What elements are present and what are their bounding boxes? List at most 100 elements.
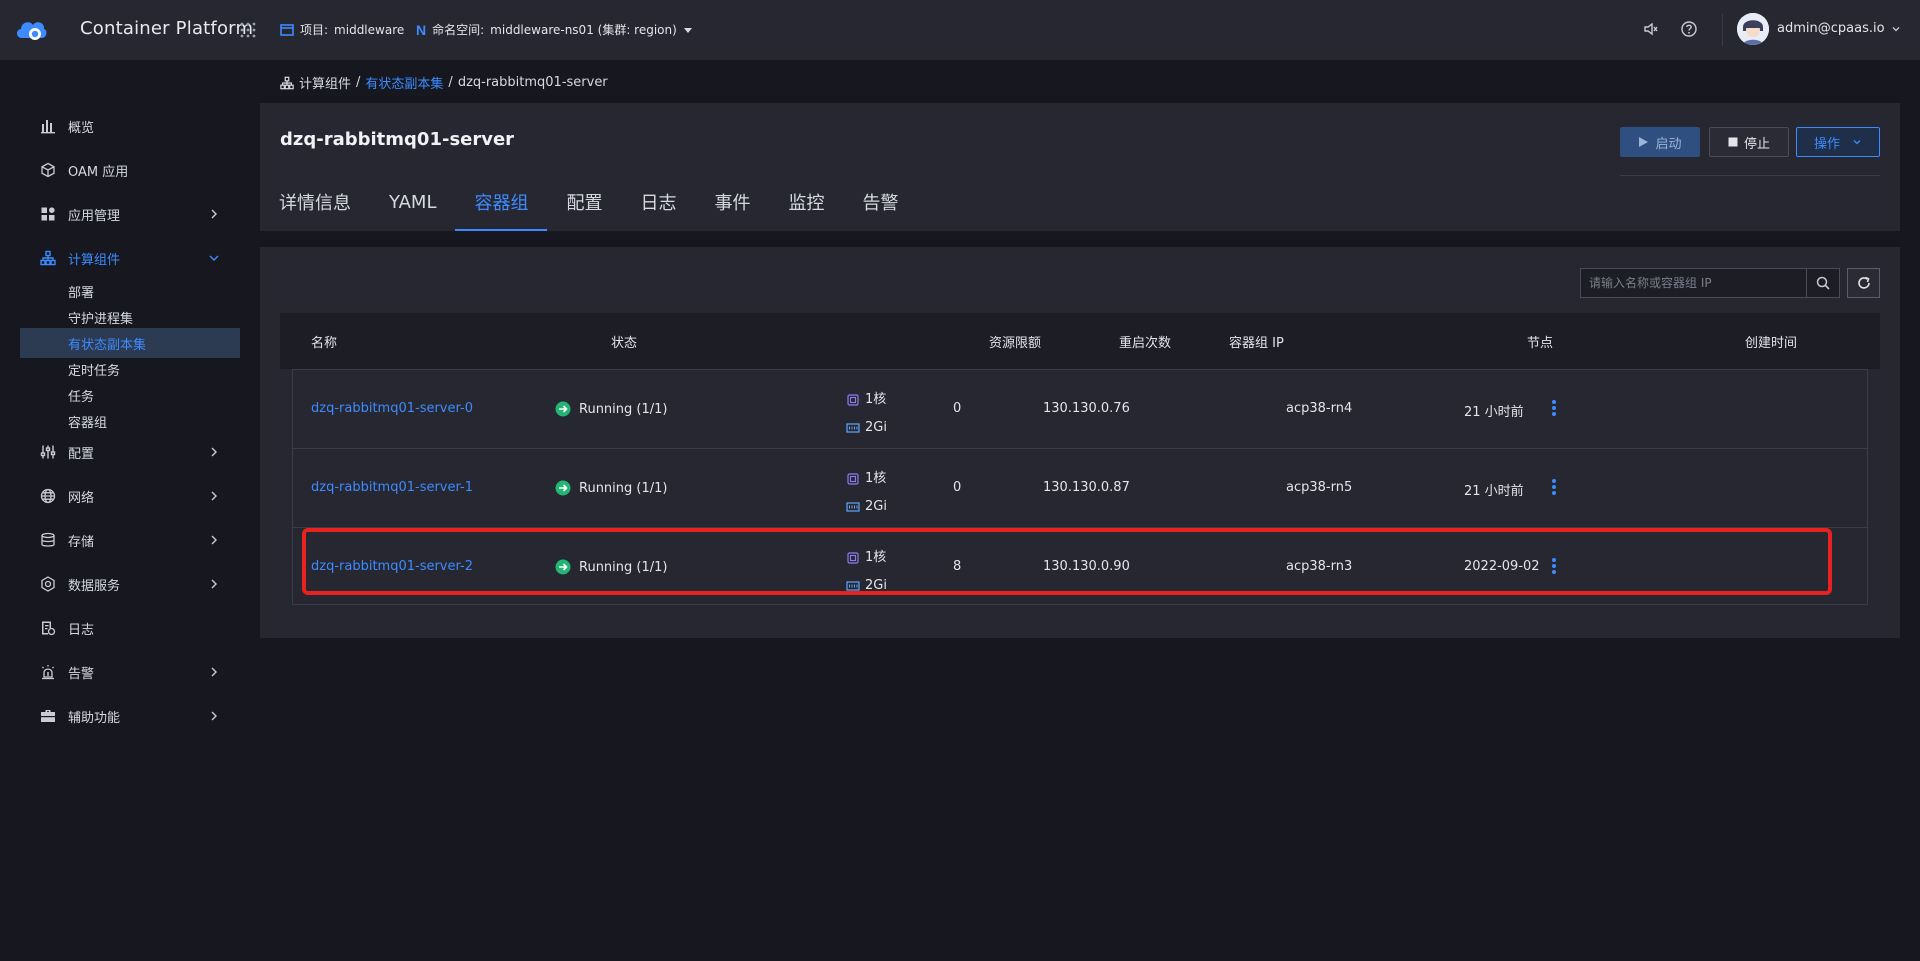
memory-icon bbox=[846, 423, 860, 433]
start-button-label: 启动 bbox=[1655, 136, 1682, 152]
pod-ip: 130.130.0.90 bbox=[1043, 559, 1130, 574]
stop-icon bbox=[1728, 137, 1738, 147]
tab-events[interactable]: 事件 bbox=[695, 173, 769, 231]
table-row: dzq-rabbitmq01-server-2 Running (1/1) 1核… bbox=[293, 528, 1867, 607]
apps-icon bbox=[41, 207, 55, 221]
tab-alerts[interactable]: 告警 bbox=[843, 173, 917, 231]
tab-yaml[interactable]: YAML bbox=[370, 173, 455, 231]
column-header-name[interactable]: 名称 bbox=[311, 332, 337, 351]
project-selector[interactable]: 项目: middleware bbox=[280, 21, 404, 38]
chevron-right-icon bbox=[211, 209, 217, 219]
column-header-pod-ip[interactable]: 容器组 IP bbox=[1229, 332, 1284, 351]
column-header-node[interactable]: 节点 bbox=[1527, 332, 1553, 351]
stop-button-label: 停止 bbox=[1743, 136, 1770, 152]
breadcrumb-current: dzq-rabbitmq01-server bbox=[457, 75, 608, 90]
sidebar-item-app-management[interactable]: 应用管理 bbox=[20, 198, 240, 230]
help-icon[interactable] bbox=[1680, 20, 1698, 38]
chevron-right-icon bbox=[211, 579, 217, 589]
search-input[interactable] bbox=[1581, 276, 1806, 290]
top-bar: Container Platform 项目: middleware N 命名空间… bbox=[0, 0, 1920, 60]
log-icon bbox=[42, 621, 56, 636]
pod-ip: 130.130.0.87 bbox=[1043, 480, 1130, 495]
search-button[interactable] bbox=[1806, 269, 1838, 297]
page-title: dzq-rabbitmq01-server bbox=[280, 129, 515, 150]
sidebar-item-alerts[interactable]: 告警 bbox=[20, 656, 240, 688]
cloud-logo-icon[interactable] bbox=[14, 14, 48, 44]
resource-limits: 1核 2Gi bbox=[846, 544, 887, 600]
caret-down-icon bbox=[683, 27, 692, 33]
tab-config[interactable]: 配置 bbox=[547, 173, 621, 231]
row-actions-menu-icon[interactable] bbox=[1549, 398, 1559, 418]
namespace-selector[interactable]: N 命名空间: middleware-ns01 (集群: region) bbox=[416, 21, 693, 38]
sidebar-item-network[interactable]: 网络 bbox=[20, 480, 240, 512]
sidebar-item-label: 数据服务 bbox=[68, 578, 121, 594]
app-grid-icon[interactable] bbox=[240, 22, 256, 38]
column-header-status[interactable]: 状态 bbox=[611, 332, 637, 351]
namespace-label: 命名空间: bbox=[432, 23, 485, 37]
sidebar-item-oam[interactable]: OAM 应用 bbox=[20, 154, 240, 186]
created-time: 2022-09-02 bbox=[1464, 559, 1540, 574]
sidebar-item-logs[interactable]: 日志 bbox=[20, 612, 240, 644]
tab-pods[interactable]: 容器组 bbox=[455, 173, 548, 231]
tab-logs[interactable]: 日志 bbox=[621, 173, 695, 231]
memory-icon bbox=[846, 502, 860, 512]
avatar[interactable] bbox=[1737, 13, 1769, 45]
sidebar-item-label: 概览 bbox=[68, 120, 95, 136]
database-icon bbox=[41, 532, 55, 547]
created-time: 21 小时前 bbox=[1464, 405, 1524, 420]
row-actions-menu-icon[interactable] bbox=[1549, 477, 1559, 497]
tab-bar: 详情信息 YAML 容器组 配置 日志 事件 监控 告警 bbox=[260, 173, 917, 231]
sidebar-item-label: 日志 bbox=[68, 622, 95, 638]
pod-name-link[interactable]: dzq-rabbitmq01-server-2 bbox=[311, 559, 473, 574]
refresh-button[interactable] bbox=[1847, 268, 1880, 298]
pod-name-link[interactable]: dzq-rabbitmq01-server-0 bbox=[311, 401, 473, 416]
stop-button[interactable]: 停止 bbox=[1709, 127, 1789, 157]
node-name: acp38-rn5 bbox=[1286, 480, 1353, 495]
running-status-icon bbox=[555, 401, 571, 417]
pod-status: Running (1/1) bbox=[555, 480, 667, 496]
column-header-created[interactable]: 创建时间 bbox=[1745, 332, 1797, 351]
node-name: acp38-rn4 bbox=[1286, 401, 1353, 416]
search-box bbox=[1580, 268, 1840, 298]
sidebar-item-overview[interactable]: 概览 bbox=[20, 110, 240, 142]
project-label: 项目: bbox=[300, 23, 329, 37]
sliders-icon bbox=[40, 445, 56, 459]
hierarchy-icon bbox=[40, 250, 56, 266]
breadcrumb-parent-link[interactable]: 有状态副本集 bbox=[365, 73, 443, 92]
restart-count: 8 bbox=[953, 559, 962, 574]
memory-limit: 2Gi bbox=[865, 420, 887, 435]
sidebar-item-config[interactable]: 配置 bbox=[20, 436, 240, 468]
sidebar-item-data-services[interactable]: 数据服务 bbox=[20, 568, 240, 600]
pod-ip: 130.130.0.76 bbox=[1043, 401, 1130, 416]
sidebar-item-label: 计算组件 bbox=[68, 252, 121, 268]
user-menu[interactable]: admin@cpaas.io bbox=[1777, 21, 1901, 36]
column-header-restarts[interactable]: 重启次数 bbox=[1119, 332, 1171, 351]
tab-details[interactable]: 详情信息 bbox=[260, 173, 370, 231]
sidebar-item-compute[interactable]: 计算组件 bbox=[20, 242, 240, 274]
cpu-limit: 1核 bbox=[865, 550, 887, 565]
resource-header: dzq-rabbitmq01-server 启动 停止 操作 详情信息 YAML… bbox=[260, 103, 1900, 231]
sidebar-item-storage[interactable]: 存储 bbox=[20, 524, 240, 556]
breadcrumb-root: 计算组件 bbox=[299, 77, 352, 92]
sidebar-item-label: 告警 bbox=[68, 666, 95, 682]
running-status-icon bbox=[555, 480, 571, 496]
row-actions-menu-icon[interactable] bbox=[1549, 556, 1559, 576]
sidebar-item-label: 应用管理 bbox=[68, 208, 121, 224]
sidebar-subitem-pod[interactable]: 容器组 bbox=[20, 406, 240, 436]
mute-speaker-icon[interactable] bbox=[1642, 20, 1660, 38]
chevron-down-icon bbox=[1892, 26, 1900, 31]
table-body: dzq-rabbitmq01-server-0 Running (1/1) 1核… bbox=[292, 369, 1868, 605]
chevron-right-icon bbox=[211, 667, 217, 677]
sidebar-item-label: 配置 bbox=[68, 446, 95, 462]
table-row: dzq-rabbitmq01-server-1 Running (1/1) 1核… bbox=[293, 449, 1867, 528]
operations-dropdown[interactable]: 操作 bbox=[1796, 127, 1880, 157]
sidebar-item-utilities[interactable]: 辅助功能 bbox=[20, 700, 240, 732]
memory-icon bbox=[846, 581, 860, 591]
start-button[interactable]: 启动 bbox=[1620, 127, 1700, 157]
pod-status: Running (1/1) bbox=[555, 559, 667, 575]
status-text: Running (1/1) bbox=[579, 480, 668, 496]
chevron-right-icon bbox=[211, 491, 217, 501]
tab-monitoring[interactable]: 监控 bbox=[769, 173, 843, 231]
operations-label: 操作 bbox=[1813, 136, 1840, 152]
pod-name-link[interactable]: dzq-rabbitmq01-server-1 bbox=[311, 480, 473, 495]
